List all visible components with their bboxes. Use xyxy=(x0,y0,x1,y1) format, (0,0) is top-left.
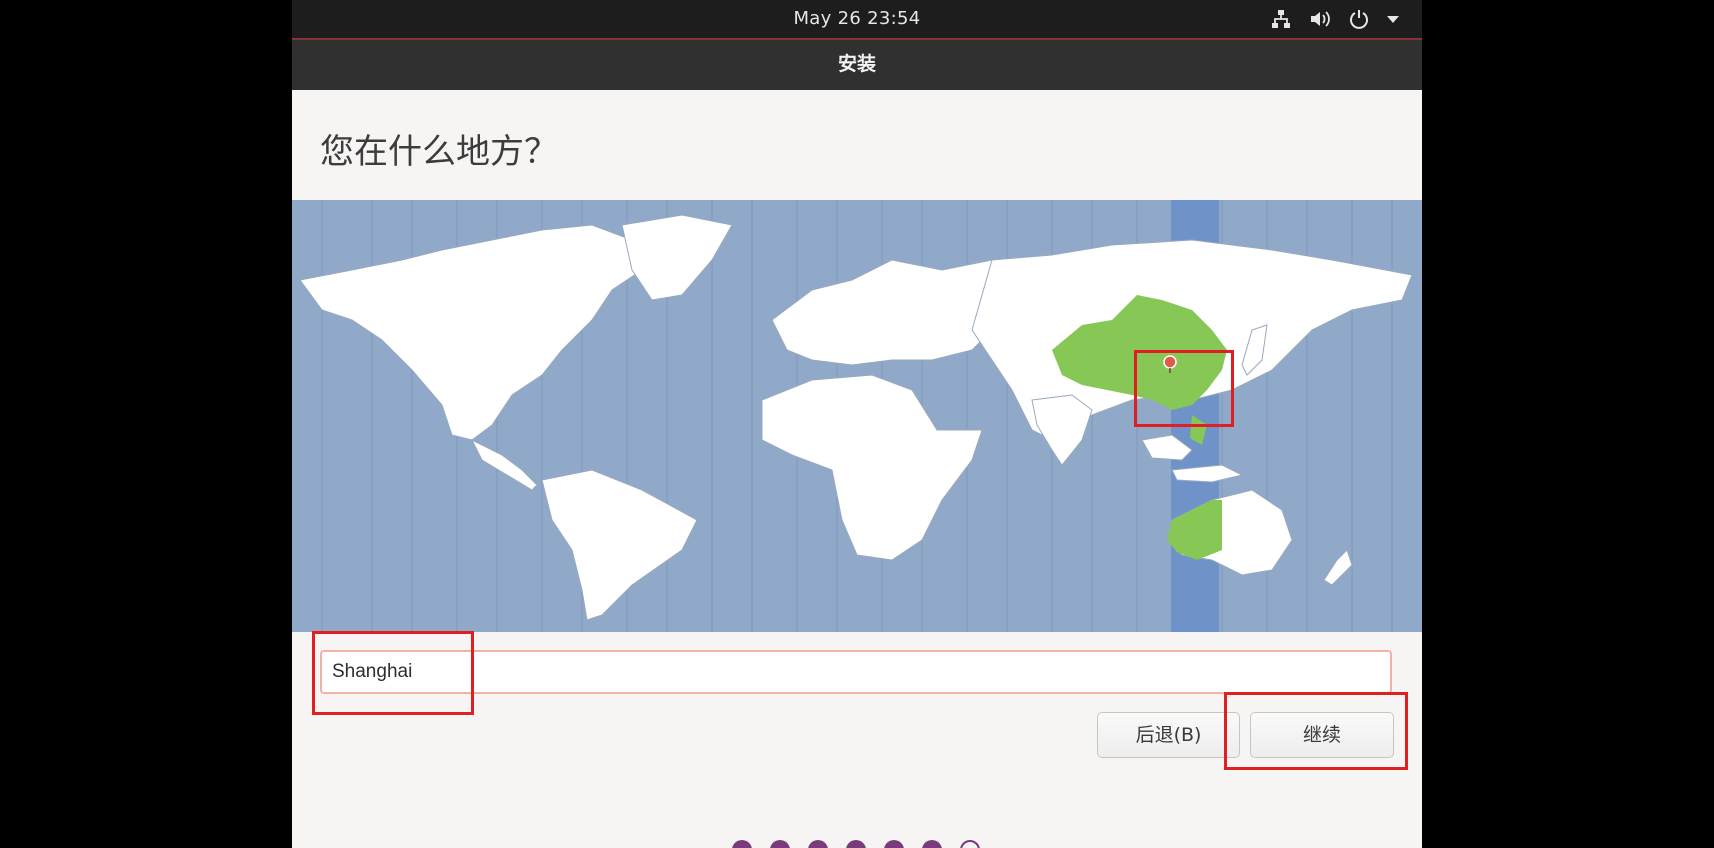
installer-screen: May 26 23:54 安装 您在什么地方？ Shanghai 后退(B) 继… xyxy=(292,0,1422,848)
system-tray[interactable] xyxy=(1270,0,1400,38)
timezone-map[interactable] xyxy=(292,200,1422,632)
page-title: 您在什么地方？ xyxy=(320,132,558,172)
progress-dot xyxy=(922,840,942,848)
progress-dot xyxy=(770,840,790,848)
window-title: 安装 xyxy=(837,53,876,75)
continue-button[interactable]: 继续 xyxy=(1250,712,1394,758)
progress-dot xyxy=(884,840,904,848)
location-input[interactable] xyxy=(320,650,1392,694)
volume-icon[interactable] xyxy=(1308,8,1332,30)
network-icon[interactable] xyxy=(1270,8,1292,30)
clock[interactable]: May 26 23:54 xyxy=(292,0,1422,38)
power-icon[interactable] xyxy=(1348,8,1370,30)
titlebar-accent-line xyxy=(292,38,1422,40)
window-titlebar: 安装 xyxy=(292,38,1422,90)
progress-dot xyxy=(732,840,752,848)
progress-dot-current xyxy=(960,840,980,848)
progress-dot xyxy=(808,840,828,848)
progress-dot xyxy=(846,840,866,848)
back-button[interactable]: 后退(B) xyxy=(1097,712,1240,758)
top-bar: May 26 23:54 xyxy=(292,0,1422,38)
menu-arrow-icon[interactable] xyxy=(1386,8,1400,30)
progress-dots xyxy=(732,840,980,848)
